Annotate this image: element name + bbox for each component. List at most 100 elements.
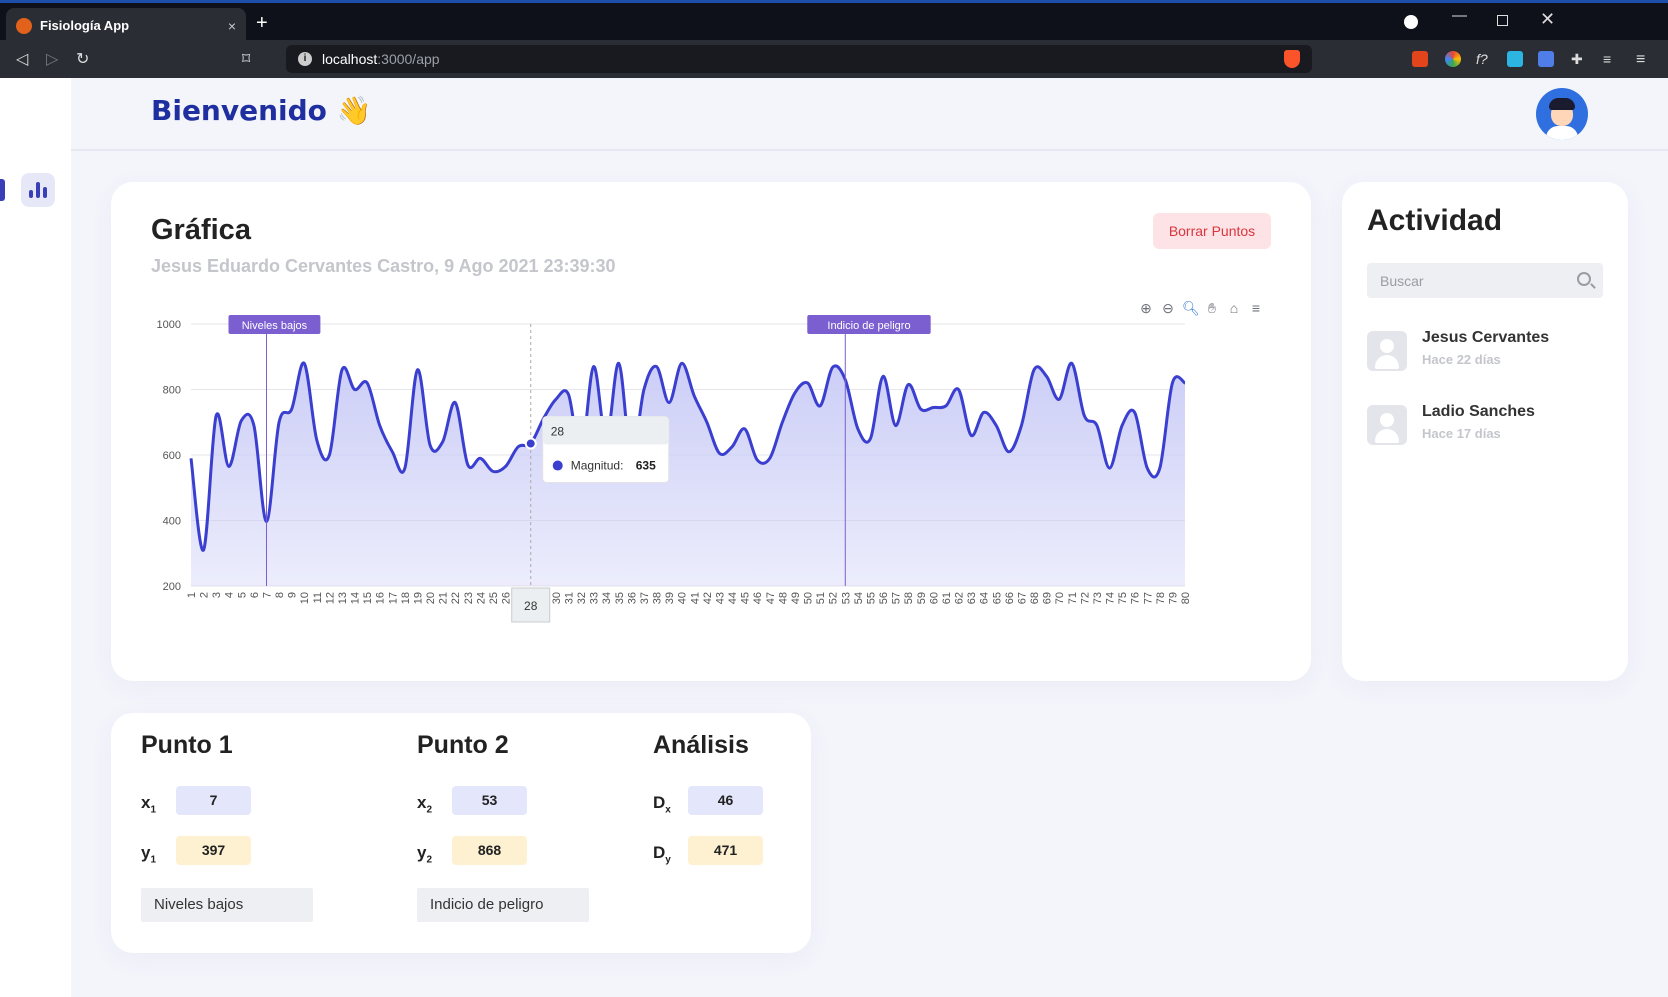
x-tick-label: 4 — [224, 592, 236, 598]
media-controls-icon[interactable]: ≡ — [1603, 51, 1619, 67]
sidebar-item-chart[interactable] — [21, 173, 55, 207]
new-tab-button[interactable]: + — [256, 13, 268, 33]
sidebar-active-indicator — [0, 179, 5, 201]
x2-value: 53 — [452, 786, 527, 815]
x2-label: x2 — [417, 793, 433, 816]
maximize-icon[interactable] — [1497, 15, 1508, 26]
x-tick-label: 31 — [563, 592, 575, 604]
reload-icon[interactable]: ↻ — [76, 49, 89, 69]
x-tick-label: 63 — [966, 592, 978, 604]
x-tick-label: 51 — [815, 592, 827, 604]
user-avatar[interactable] — [1536, 88, 1588, 140]
back-icon[interactable]: ◁ — [16, 49, 28, 69]
x-tick-label: 64 — [979, 592, 991, 604]
color-picker-extension-icon[interactable] — [1445, 51, 1461, 67]
x-tick-label: 56 — [878, 592, 890, 604]
minimize-icon[interactable]: — — [1452, 7, 1467, 24]
welcome-title: Bienvenido 👋 — [151, 94, 372, 127]
x-tick-label: 74 — [1105, 592, 1117, 604]
extension-c-icon[interactable] — [1412, 51, 1428, 67]
tab-title: Fisiología App — [40, 18, 130, 33]
x-tick-label: 35 — [614, 592, 626, 604]
x-tick-label: 61 — [941, 592, 953, 604]
x-tick-label: 80 — [1180, 592, 1192, 604]
browser-tab[interactable]: Fisiología App × — [6, 8, 246, 43]
x-tick-label: 19 — [412, 592, 424, 604]
x-tick-label: 66 — [1004, 592, 1016, 604]
x-tick-label: 72 — [1079, 592, 1091, 604]
annotation-label: Niveles bajos — [242, 320, 308, 332]
x-tick-label: 60 — [928, 592, 940, 604]
x-tick-label: 12 — [324, 592, 336, 604]
profile-dropdown-icon[interactable] — [1404, 15, 1418, 29]
site-info-icon[interactable]: i — [298, 52, 312, 66]
x-tick-label: 40 — [677, 592, 689, 604]
x-tick-label: 79 — [1167, 592, 1179, 604]
x-tick-label: 39 — [664, 592, 676, 604]
activity-user-name: Jesus Cervantes — [1422, 329, 1550, 346]
activity-item[interactable]: Jesus Cervantes Hace 22 días — [1367, 329, 1607, 373]
sidebar — [0, 78, 71, 997]
tooltip-series-marker — [552, 460, 563, 471]
x-tick-label: 65 — [991, 592, 1003, 604]
x-tick-label: 50 — [803, 592, 815, 604]
activity-time: Hace 17 días — [1422, 426, 1501, 441]
tooltip-series-label: Magnitud: — [571, 459, 624, 473]
x-tick-label: 71 — [1067, 592, 1079, 604]
browser-toolbar: ◁ ▷ ↻ ⌑ i localhost:3000/app f? ✚ ≡ ≡ — [0, 40, 1668, 78]
magnitude-chart[interactable]: 20040060080010001 2 3 4 5 6 7 8 9 10 11 12 13 14 15 16 1… — [143, 300, 1283, 650]
x-tick-label: 53 — [840, 592, 852, 604]
app-header: Bienvenido 👋 — [71, 78, 1668, 151]
x-tick-label: 30 — [551, 592, 563, 604]
x-tick-label: 33 — [589, 592, 601, 604]
extension-window-icon[interactable] — [1538, 51, 1554, 67]
extensions-icon[interactable]: ✚ — [1571, 51, 1587, 67]
x-tick-label: 5 — [236, 592, 248, 598]
x-axis-tooltip-label: 28 — [524, 599, 538, 613]
x-tick-label: 6 — [249, 592, 261, 598]
x-tick-label: 68 — [1029, 592, 1041, 604]
x-tick-label: 57 — [891, 592, 903, 604]
chart-subtitle: Jesus Eduardo Cervantes Castro, 9 Ago 20… — [151, 256, 616, 276]
x-tick-label: 49 — [790, 592, 802, 604]
x-tick-label: 26 — [501, 592, 513, 604]
x-tick-label: 13 — [337, 592, 349, 604]
extension-puzzle-colored-icon[interactable] — [1507, 51, 1523, 67]
activity-item[interactable]: Ladio Sanches Hace 17 días — [1367, 403, 1607, 447]
x-tick-label: 59 — [916, 592, 928, 604]
y-tick-label: 800 — [163, 385, 181, 397]
x-tick-label: 69 — [1042, 592, 1054, 604]
close-window-icon[interactable]: ✕ — [1540, 9, 1555, 30]
hover-marker — [524, 437, 537, 450]
x-tick-label: 70 — [1054, 592, 1066, 604]
x-tick-label: 7 — [261, 592, 273, 598]
forward-icon[interactable]: ▷ — [46, 49, 58, 69]
browser-menu-icon[interactable]: ≡ — [1636, 51, 1652, 68]
x-tick-label: 1 — [186, 592, 198, 598]
x-tick-label: 24 — [475, 592, 487, 604]
chart-title: Gráfica — [151, 214, 251, 246]
x-tick-label: 20 — [425, 592, 437, 604]
point-2-title: Punto 2 — [417, 731, 509, 759]
x-tick-label: 78 — [1155, 592, 1167, 604]
x-tick-label: 55 — [865, 592, 877, 604]
font-extension-icon[interactable]: f? — [1476, 51, 1492, 67]
point-1-tag: Niveles bajos — [141, 888, 313, 922]
search-input[interactable] — [1367, 263, 1567, 298]
x-tick-label: 32 — [576, 592, 588, 604]
x-tick-label: 45 — [740, 592, 752, 604]
y1-value: 397 — [176, 836, 251, 865]
address-bar[interactable]: i localhost:3000/app — [286, 45, 1312, 73]
tab-close-icon[interactable]: × — [228, 18, 236, 34]
clear-points-button[interactable]: Borrar Puntos — [1153, 213, 1271, 249]
x-tick-label: 47 — [765, 592, 777, 604]
x-tick-label: 62 — [954, 592, 966, 604]
x-tick-label: 8 — [274, 592, 286, 598]
x-tick-label: 58 — [903, 592, 915, 604]
brave-shields-icon[interactable] — [1284, 50, 1300, 68]
dx-value: 46 — [688, 786, 763, 815]
search-icon[interactable] — [1577, 272, 1591, 286]
bookmark-icon[interactable]: ⌑ — [242, 49, 250, 69]
activity-card: Actividad Jesus Cervantes Hace 22 días L… — [1342, 182, 1628, 681]
x-tick-label: 25 — [488, 592, 500, 604]
